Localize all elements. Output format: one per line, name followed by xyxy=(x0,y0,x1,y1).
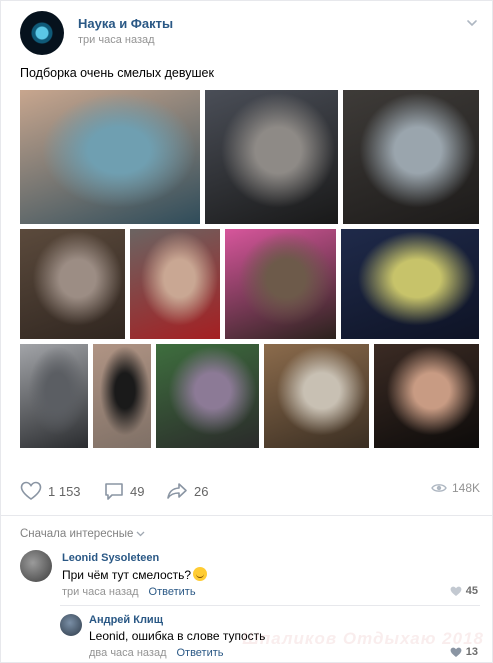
photo-red-sandals[interactable] xyxy=(130,229,220,339)
reply-avatar[interactable] xyxy=(60,614,82,636)
reply-author[interactable]: Андрей Клищ xyxy=(89,614,163,626)
comment-like-button[interactable]: 45 xyxy=(450,585,478,597)
reply-button[interactable]: Ответить xyxy=(149,586,196,598)
heart-icon xyxy=(20,481,42,500)
views-counter: 148K xyxy=(431,481,480,495)
post-card: Наука и Факты три часа назад Подборка оч… xyxy=(0,0,493,663)
chevron-down-icon[interactable] xyxy=(466,17,478,29)
comment-meta: три часа назад Ответить xyxy=(62,586,196,598)
comment-author[interactable]: Leonid Sysoleteen xyxy=(62,552,159,564)
comment-sort-dropdown[interactable]: Сначала интересные xyxy=(20,528,145,540)
reply-time[interactable]: два часа назад xyxy=(89,647,166,659)
channel-avatar[interactable] xyxy=(20,11,64,55)
photo-green-bin[interactable] xyxy=(156,344,259,448)
photo-night-walk[interactable] xyxy=(374,344,479,448)
comment-like-count: 45 xyxy=(465,585,478,597)
smile-emoji-icon xyxy=(193,567,208,581)
photo-fish-market[interactable] xyxy=(20,90,200,224)
comment-text: При чём тут смелость? xyxy=(62,567,208,582)
photo-street-sitting[interactable] xyxy=(20,229,125,339)
reply-meta: два часа назад Ответить xyxy=(89,647,224,659)
post-text: Подборка очень смелых девушек xyxy=(20,66,214,80)
comment-time[interactable]: три часа назад xyxy=(62,586,139,598)
post-time[interactable]: три часа назад xyxy=(78,34,155,46)
reply-button[interactable]: Ответить xyxy=(176,647,223,659)
post-actions: 1 153 49 26 148K xyxy=(20,481,480,501)
comment-icon xyxy=(105,483,123,500)
divider xyxy=(1,515,493,516)
share-button[interactable]: 26 xyxy=(166,481,208,501)
reply-text: Leonid, ошибка в слове тупость xyxy=(89,629,266,643)
share-icon xyxy=(167,483,187,499)
photo-theater-seats[interactable] xyxy=(341,229,479,339)
channel-name[interactable]: Наука и Факты xyxy=(78,16,173,31)
photo-window-sill[interactable] xyxy=(264,344,369,448)
view-count: 148K xyxy=(451,481,480,495)
comment-avatar[interactable] xyxy=(20,550,52,582)
comment-count: 49 xyxy=(130,483,145,499)
photo-subway-seat[interactable] xyxy=(205,90,338,224)
heart-icon xyxy=(450,586,462,596)
watermark: Шпаликов Отдыхаю 2018 xyxy=(242,629,484,648)
divider xyxy=(60,605,480,606)
photo-mesh-outfit[interactable] xyxy=(93,344,151,448)
like-button[interactable]: 1 153 xyxy=(20,481,81,501)
photo-city-street[interactable] xyxy=(20,344,88,448)
comment-sort-label: Сначала интересные xyxy=(20,528,134,540)
photo-pink-bag[interactable] xyxy=(225,229,336,339)
share-count: 26 xyxy=(194,483,209,499)
comment-button[interactable]: 49 xyxy=(104,481,144,501)
photo-airplane-window[interactable] xyxy=(343,90,479,224)
comment-text-content: При чём тут смелость? xyxy=(62,568,192,582)
chevron-down-icon xyxy=(136,531,145,537)
post-header: Наука и Факты три часа назад xyxy=(20,11,480,55)
like-count: 1 153 xyxy=(48,483,81,499)
eye-icon xyxy=(431,484,447,492)
